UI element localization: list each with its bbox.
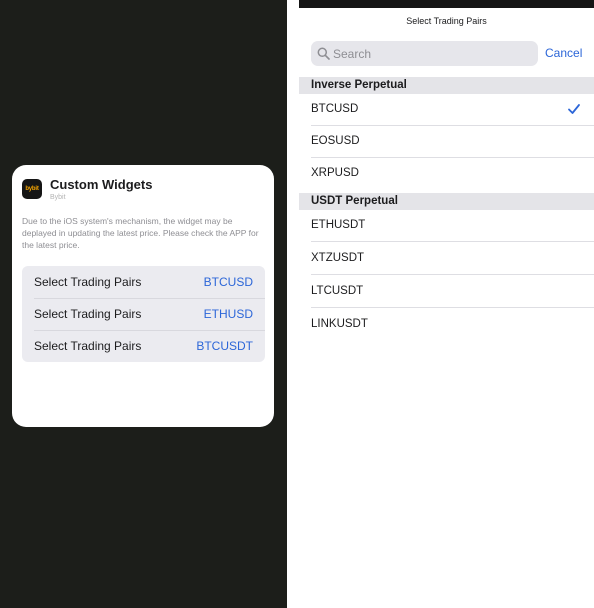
- cancel-button[interactable]: Cancel: [545, 46, 582, 60]
- row-separator: [311, 307, 594, 308]
- trading-pair-row-3[interactable]: Select Trading Pairs BTCUSDT: [22, 330, 265, 362]
- list-item-btcusd[interactable]: BTCUSD: [299, 94, 594, 126]
- section-header-label: USDT Perpetual: [311, 195, 398, 207]
- trading-pair-value: ETHUSD: [203, 307, 253, 321]
- list-item-label: BTCUSD: [311, 103, 359, 115]
- trading-pair-row-2[interactable]: Select Trading Pairs ETHUSD: [22, 298, 265, 330]
- row-separator: [311, 274, 594, 275]
- list-item-label: LINKUSDT: [311, 318, 368, 330]
- widget-card: bybit Custom Widgets Bybit Due to the iO…: [12, 165, 274, 427]
- section-header-usdt-perpetual: USDT Perpetual: [299, 193, 594, 210]
- panel-divider: [287, 0, 299, 608]
- list-item-label: XTZUSDT: [311, 252, 365, 264]
- widget-title: Custom Widgets: [50, 177, 153, 192]
- trading-pair-picker: Select Trading Pairs Search Cancel Inver…: [299, 0, 594, 608]
- search-icon: [317, 47, 330, 60]
- trading-pair-value: BTCUSD: [203, 275, 253, 289]
- list-item-label: EOSUSD: [311, 135, 360, 147]
- checkmark-icon: [568, 104, 580, 114]
- list-item-xrpusd[interactable]: XRPUSD: [299, 158, 594, 190]
- widget-settings-panel: bybit Custom Widgets Bybit Due to the iO…: [0, 0, 287, 608]
- picker-title: Select Trading Pairs: [406, 16, 487, 26]
- list-item-label: XRPUSD: [311, 167, 359, 179]
- section-header-inverse-perpetual: Inverse Perpetual: [299, 77, 594, 94]
- trading-pair-row-1[interactable]: Select Trading Pairs BTCUSD: [22, 266, 265, 298]
- trading-pair-label: Select Trading Pairs: [34, 275, 142, 289]
- list-item-ethusdt[interactable]: ETHUSDT: [299, 210, 594, 242]
- list-item-eosusd[interactable]: EOSUSD: [299, 126, 594, 158]
- list-item-ltcusdt[interactable]: LTCUSDT: [299, 276, 594, 308]
- trading-pairs-list: Select Trading Pairs BTCUSD Select Tradi…: [22, 266, 265, 362]
- list-item-label: ETHUSDT: [311, 219, 366, 231]
- bybit-app-icon: bybit: [22, 179, 42, 199]
- status-bar: [299, 0, 594, 8]
- list-item-label: LTCUSDT: [311, 285, 364, 297]
- section-header-label: Inverse Perpetual: [311, 79, 407, 91]
- widget-subtitle: Bybit: [50, 194, 66, 201]
- trading-pair-label: Select Trading Pairs: [34, 307, 142, 321]
- trading-pair-label: Select Trading Pairs: [34, 339, 142, 353]
- search-input[interactable]: Search: [311, 41, 538, 66]
- search-placeholder: Search: [333, 47, 372, 61]
- row-separator: [311, 241, 594, 242]
- widget-description: Due to the iOS system's mechanism, the w…: [22, 216, 259, 250]
- list-item-linkusdt[interactable]: LINKUSDT: [299, 309, 594, 341]
- trading-pair-value: BTCUSDT: [196, 339, 253, 353]
- list-item-xtzusdt[interactable]: XTZUSDT: [299, 243, 594, 275]
- app-icon-text: bybit: [25, 186, 39, 192]
